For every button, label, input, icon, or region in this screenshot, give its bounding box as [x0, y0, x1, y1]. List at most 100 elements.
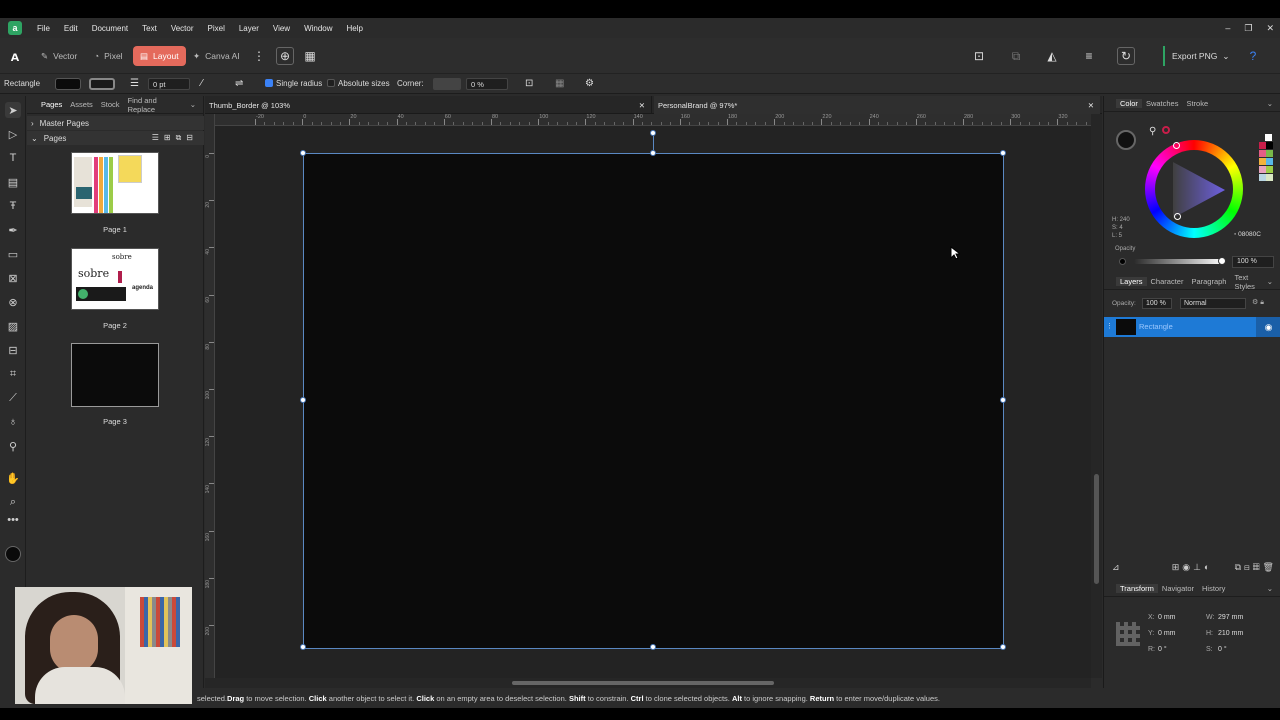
recent-swatch[interactable] [1259, 150, 1266, 157]
rectangle-artboard[interactable] [300, 130, 1006, 650]
artistic-text-tool-icon[interactable]: Ŧ [5, 198, 21, 214]
page-3-thumbnail[interactable] [71, 343, 159, 407]
flip-icon[interactable]: ◭ [1043, 47, 1061, 65]
picture-frame-tool-icon[interactable]: ⊠ [5, 270, 21, 286]
arrange-icon[interactable]: ⧉ [1007, 47, 1025, 65]
resize-handle-se[interactable] [1000, 644, 1006, 650]
tab-paragraph[interactable]: Paragraph [1187, 277, 1230, 286]
crop-tool-icon[interactable]: ⌗ [5, 366, 21, 382]
hex-field[interactable]: ▪ 08080C [1234, 231, 1261, 238]
place-tool-icon[interactable]: ⊟ [5, 342, 21, 358]
brush-tool-icon[interactable]: ⟋ [5, 390, 21, 406]
layer-expand-icon[interactable]: ⋮ [1106, 322, 1113, 330]
tab-find-replace[interactable]: Find and Replace [124, 96, 186, 114]
tab-layers[interactable]: Layers [1116, 277, 1147, 286]
restore-button[interactable]: ❐ [1244, 23, 1252, 34]
doc-tab-thumb-border[interactable]: Thumb_Border @ 103% ✕ [205, 96, 652, 114]
sliders-icon[interactable]: ⇌ [235, 78, 243, 89]
zoom-tool-icon[interactable]: ⌕ [5, 494, 21, 510]
tab-navigator[interactable]: Navigator [1158, 584, 1198, 593]
align-icon[interactable]: ≡ [1080, 47, 1098, 65]
horizontal-scroll-thumb[interactable] [512, 681, 774, 685]
master-pages-header[interactable]: › Master Pages [27, 116, 204, 130]
tab-stock[interactable]: Stock [97, 100, 124, 109]
color-wheel[interactable] [1145, 140, 1243, 238]
color-chip-icon[interactable] [5, 546, 21, 562]
eyedropper-icon[interactable]: ⚲ [1149, 126, 1156, 137]
recent-swatch[interactable] [1265, 134, 1272, 141]
blend-mode-dropdown[interactable]: Normal [1180, 298, 1246, 309]
opacity-slider[interactable] [1134, 257, 1226, 265]
node-tool-icon[interactable]: ▷ [5, 126, 21, 142]
recent-swatch[interactable] [1266, 174, 1273, 181]
fit-icon[interactable]: ⊡ [970, 47, 988, 65]
tab-assets[interactable]: Assets [66, 100, 97, 109]
panel-menu-icon[interactable]: ⌄ [186, 100, 200, 109]
resize-handle-w[interactable] [300, 397, 306, 403]
tab-transform[interactable]: Transform [1116, 584, 1158, 593]
menu-text[interactable]: Text [135, 24, 164, 33]
tab-pages[interactable]: Pages [37, 100, 66, 109]
text-frame-tool-icon[interactable]: T [5, 150, 21, 166]
shear-field[interactable]: 0 ° [1218, 642, 1227, 658]
recent-swatch[interactable] [1266, 158, 1273, 165]
page-actions-icons[interactable]: ☰⊞⧉⊟ [152, 133, 198, 143]
layer-actions-icons[interactable]: ⊞◉⊥◐ [1172, 562, 1213, 573]
lock-icons[interactable]: ⚙ 🔒︎ [1252, 298, 1264, 307]
horizontal-ruler[interactable]: -20 0 20 40 60 80 100 120 140 160 180 200 220 240 260 2… [215, 114, 1102, 126]
stroke-width-field[interactable]: 0 pt [148, 78, 190, 90]
recent-swatch[interactable] [1266, 166, 1273, 173]
persona-layout[interactable]: ▤ Layout [133, 46, 186, 66]
close-window-button[interactable]: ✕ [1266, 23, 1274, 34]
layer-add-icons[interactable]: ⧉⊟▦🗑︎ [1235, 562, 1277, 573]
corner-type-dropdown[interactable] [433, 78, 461, 90]
recent-colors[interactable] [1259, 134, 1277, 188]
opacity-slider-thumb[interactable] [1218, 257, 1226, 265]
settings-icon[interactable]: ⚙ [585, 78, 594, 89]
panel-menu-icon[interactable]: ⌄ [1263, 99, 1277, 108]
menu-window[interactable]: Window [297, 24, 339, 33]
color-marker[interactable] [1174, 213, 1181, 220]
h-field[interactable]: 210 mm [1218, 626, 1243, 642]
fit-frame-icon[interactable]: ⊡ [525, 78, 533, 89]
pen-tool-icon[interactable]: ✒ [5, 222, 21, 238]
x-field[interactable]: 0 mm [1158, 610, 1206, 626]
close-icon[interactable]: ✕ [1088, 101, 1094, 110]
anchor-grid[interactable] [1116, 622, 1140, 646]
grid-align-icon[interactable]: ▦ [555, 78, 564, 89]
eye-icon[interactable]: ◉ [1256, 317, 1280, 337]
export-png-button[interactable]: Export PNG ⌄ [1163, 46, 1236, 66]
persona-canva-ai[interactable]: ✦ Canva AI [186, 46, 247, 66]
rectangle-tool-icon[interactable]: ▭ [5, 246, 21, 262]
tab-swatches[interactable]: Swatches [1142, 99, 1183, 108]
resize-handle-sw[interactable] [300, 644, 306, 650]
eyedropper-tool-icon[interactable]: ⚲ [5, 438, 21, 454]
menu-pixel[interactable]: Pixel [201, 24, 232, 33]
resize-handle-s[interactable] [650, 644, 656, 650]
tab-text-styles[interactable]: Text Styles [1230, 273, 1262, 291]
color-triangle[interactable] [1167, 160, 1227, 220]
menu-view[interactable]: View [266, 24, 297, 33]
corner-value-field[interactable]: 0 % [466, 78, 508, 90]
panel-menu-icon[interactable]: ⌄ [1263, 584, 1277, 593]
resize-handle-e[interactable] [1000, 397, 1006, 403]
recent-swatch[interactable] [1259, 166, 1266, 173]
w-field[interactable]: 297 mm [1218, 610, 1243, 626]
hand-tool-icon[interactable]: ✋ [5, 470, 21, 486]
opacity-field[interactable]: 100 % [1232, 256, 1274, 268]
more-tools-icon[interactable]: ••• [5, 512, 21, 528]
panel-menu-icon[interactable]: ⌄ [1263, 277, 1277, 286]
stroke-style-icon[interactable]: ☰ [130, 78, 139, 89]
menu-help[interactable]: Help [340, 24, 370, 33]
link-icon[interactable]: ⊕ [276, 47, 294, 65]
tab-stroke[interactable]: Stroke [1182, 99, 1212, 108]
close-icon[interactable]: ✕ [639, 101, 645, 110]
fill-color-well[interactable] [1116, 130, 1136, 150]
resize-handle-nw[interactable] [300, 150, 306, 156]
move-tool-icon[interactable]: ➤ [5, 102, 21, 118]
menu-vector[interactable]: Vector [164, 24, 201, 33]
more-options-icon[interactable]: ⋮ [250, 47, 268, 65]
image-tool-icon[interactable]: ▨ [5, 318, 21, 334]
resize-handle-n[interactable] [650, 150, 656, 156]
pen-icon[interactable]: ⁄ [201, 78, 203, 89]
